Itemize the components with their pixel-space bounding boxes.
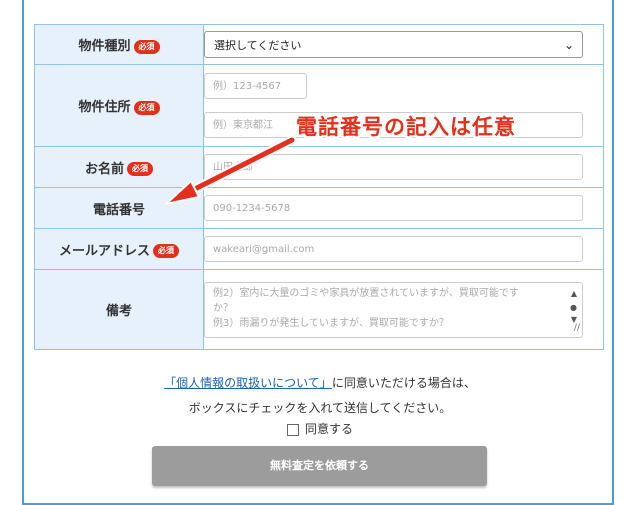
annotation-text: 電話番号の記入は任意 xyxy=(296,115,516,139)
agree-checkbox-label[interactable]: 同意する xyxy=(305,422,353,436)
consent-line-2: ボックスにチェックを入れて送信してください。 xyxy=(188,401,452,415)
privacy-policy-link[interactable]: 「個人情報の取扱いについて」 xyxy=(164,376,332,390)
consent-text: に同意いただける場合は、 xyxy=(331,376,476,390)
consent-checkbox-row: 同意する xyxy=(0,420,640,437)
submit-button[interactable]: 無料査定を依頼する xyxy=(152,446,487,486)
agree-checkbox[interactable] xyxy=(286,423,299,436)
consent-line-1: 「個人情報の取扱いについて」に同意いただける場合は、 xyxy=(0,374,640,391)
